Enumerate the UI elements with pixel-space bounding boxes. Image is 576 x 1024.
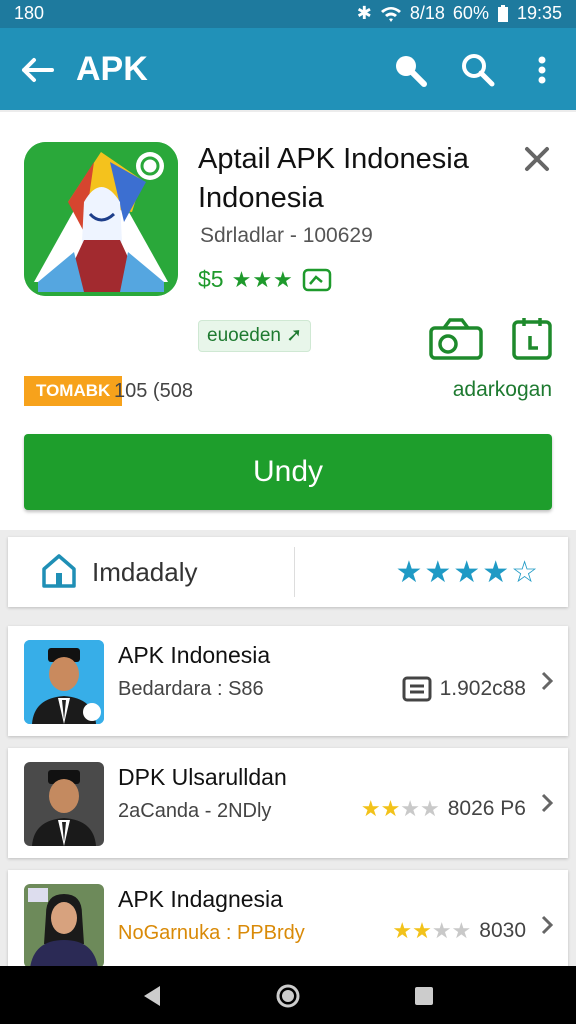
calendar-icon [402,676,432,702]
downloads-label[interactable]: adarkogan [453,378,552,402]
app-name: Aptail APK Indonesia Indonesia [198,143,469,214]
section-label: Imdadaly [92,557,198,587]
chevron-right-icon[interactable] [540,792,554,814]
list-thumbnail [24,640,104,724]
list-item[interactable]: APK Indagnesia NoGarnuka : PPBrdy ★★★★ 8… [8,870,568,980]
list-item-meta: ★★★★ 8026 P6 [361,796,526,822]
developer-line: Sdrladlar - 100629 [200,224,373,247]
list-item-subtitle: 2aCanda - 2NDly [118,800,272,822]
nav-back-icon[interactable] [138,982,166,1010]
price-row: $5 ★★★ [198,266,332,293]
camera-icon[interactable] [428,316,484,362]
person-avatar-icon [24,640,104,724]
list-item-title: DPK Ulsarulldan [118,764,287,790]
list-item-title: APK Indagnesia [118,886,283,912]
nav-home-icon[interactable] [274,982,302,1010]
person-avatar-icon [24,884,104,968]
chevron-right-icon[interactable] [540,914,554,936]
list-item-meta: ★★★★ 8030 [392,918,526,944]
list-item[interactable]: DPK Ulsarulldan 2aCanda - 2NDly ★★★★ 802… [8,748,568,858]
back-arrow-icon[interactable] [16,50,56,90]
document-icon[interactable] [510,316,554,362]
nav-recents-icon[interactable] [410,982,438,1010]
section-header-card[interactable]: Imdadaly ★★★★☆ [8,537,568,607]
list-item-meta-text: 8030 [479,919,526,942]
arrow-icon: ➚ [286,325,303,346]
search-icon[interactable] [390,50,430,90]
rating-badge-icon [302,268,332,291]
chevron-right-icon[interactable] [540,670,554,692]
app-bar-title: APK [76,50,148,88]
status-left-text: 180 [14,3,45,23]
download-count: 105 (508 [114,380,193,402]
list-item-subtitle: NoGarnuka : PPBrdy [118,922,305,944]
list-item-title: APK Indonesia [118,642,271,668]
editors-tag: euoeden ➚ [198,320,312,352]
list-item-meta: 1.902c88 [402,674,526,704]
list-item-stars: ★★★★ [392,918,472,943]
install-button[interactable]: Undy [24,434,552,510]
price: $5 [198,266,224,292]
list-item-subtitle: Bedardara : S86 [118,678,264,700]
signal-text: 8/18 [409,3,445,23]
app-logo-icon [24,142,178,296]
orange-badge: TOMABK [24,376,123,406]
battery-text: 60% [452,3,489,23]
search-outline-icon[interactable] [458,50,498,90]
person-avatar-icon [24,762,104,846]
system-nav-bar [0,966,576,1024]
more-vert-icon[interactable] [522,50,562,90]
battery-icon [497,4,508,22]
list-item[interactable]: APK Indonesia Bedardara : S86 1.902c88 [8,626,568,736]
clock: 19:35 [516,3,562,23]
app-detail-card: Aptail APK Indonesia Indonesia Sdrladlar… [0,112,576,530]
list-thumbnail [24,762,104,846]
list-item-meta-text: 1.902c88 [439,677,526,700]
editors-tag-label: euoeden [207,325,281,346]
app-icon[interactable] [24,142,178,296]
status-bar: 180 ✱ 8/18 60% 19:35 [0,0,576,28]
section-rating: ★★★★☆ [395,556,540,589]
wifi-icon [380,6,401,22]
rating-stars: ★★★ [231,266,294,292]
close-icon[interactable] [520,142,554,176]
status-right: ✱ 8/18 60% 19:35 [357,3,562,24]
list-thumbnail [24,884,104,968]
app-bar: APK [0,28,576,110]
list-item-stars: ★★★★ [360,796,440,821]
bluetooth-icon: ✱ [356,3,372,23]
list-item-meta-text: 8026 P6 [447,797,526,820]
home-icon [42,554,76,588]
divider [294,547,295,597]
